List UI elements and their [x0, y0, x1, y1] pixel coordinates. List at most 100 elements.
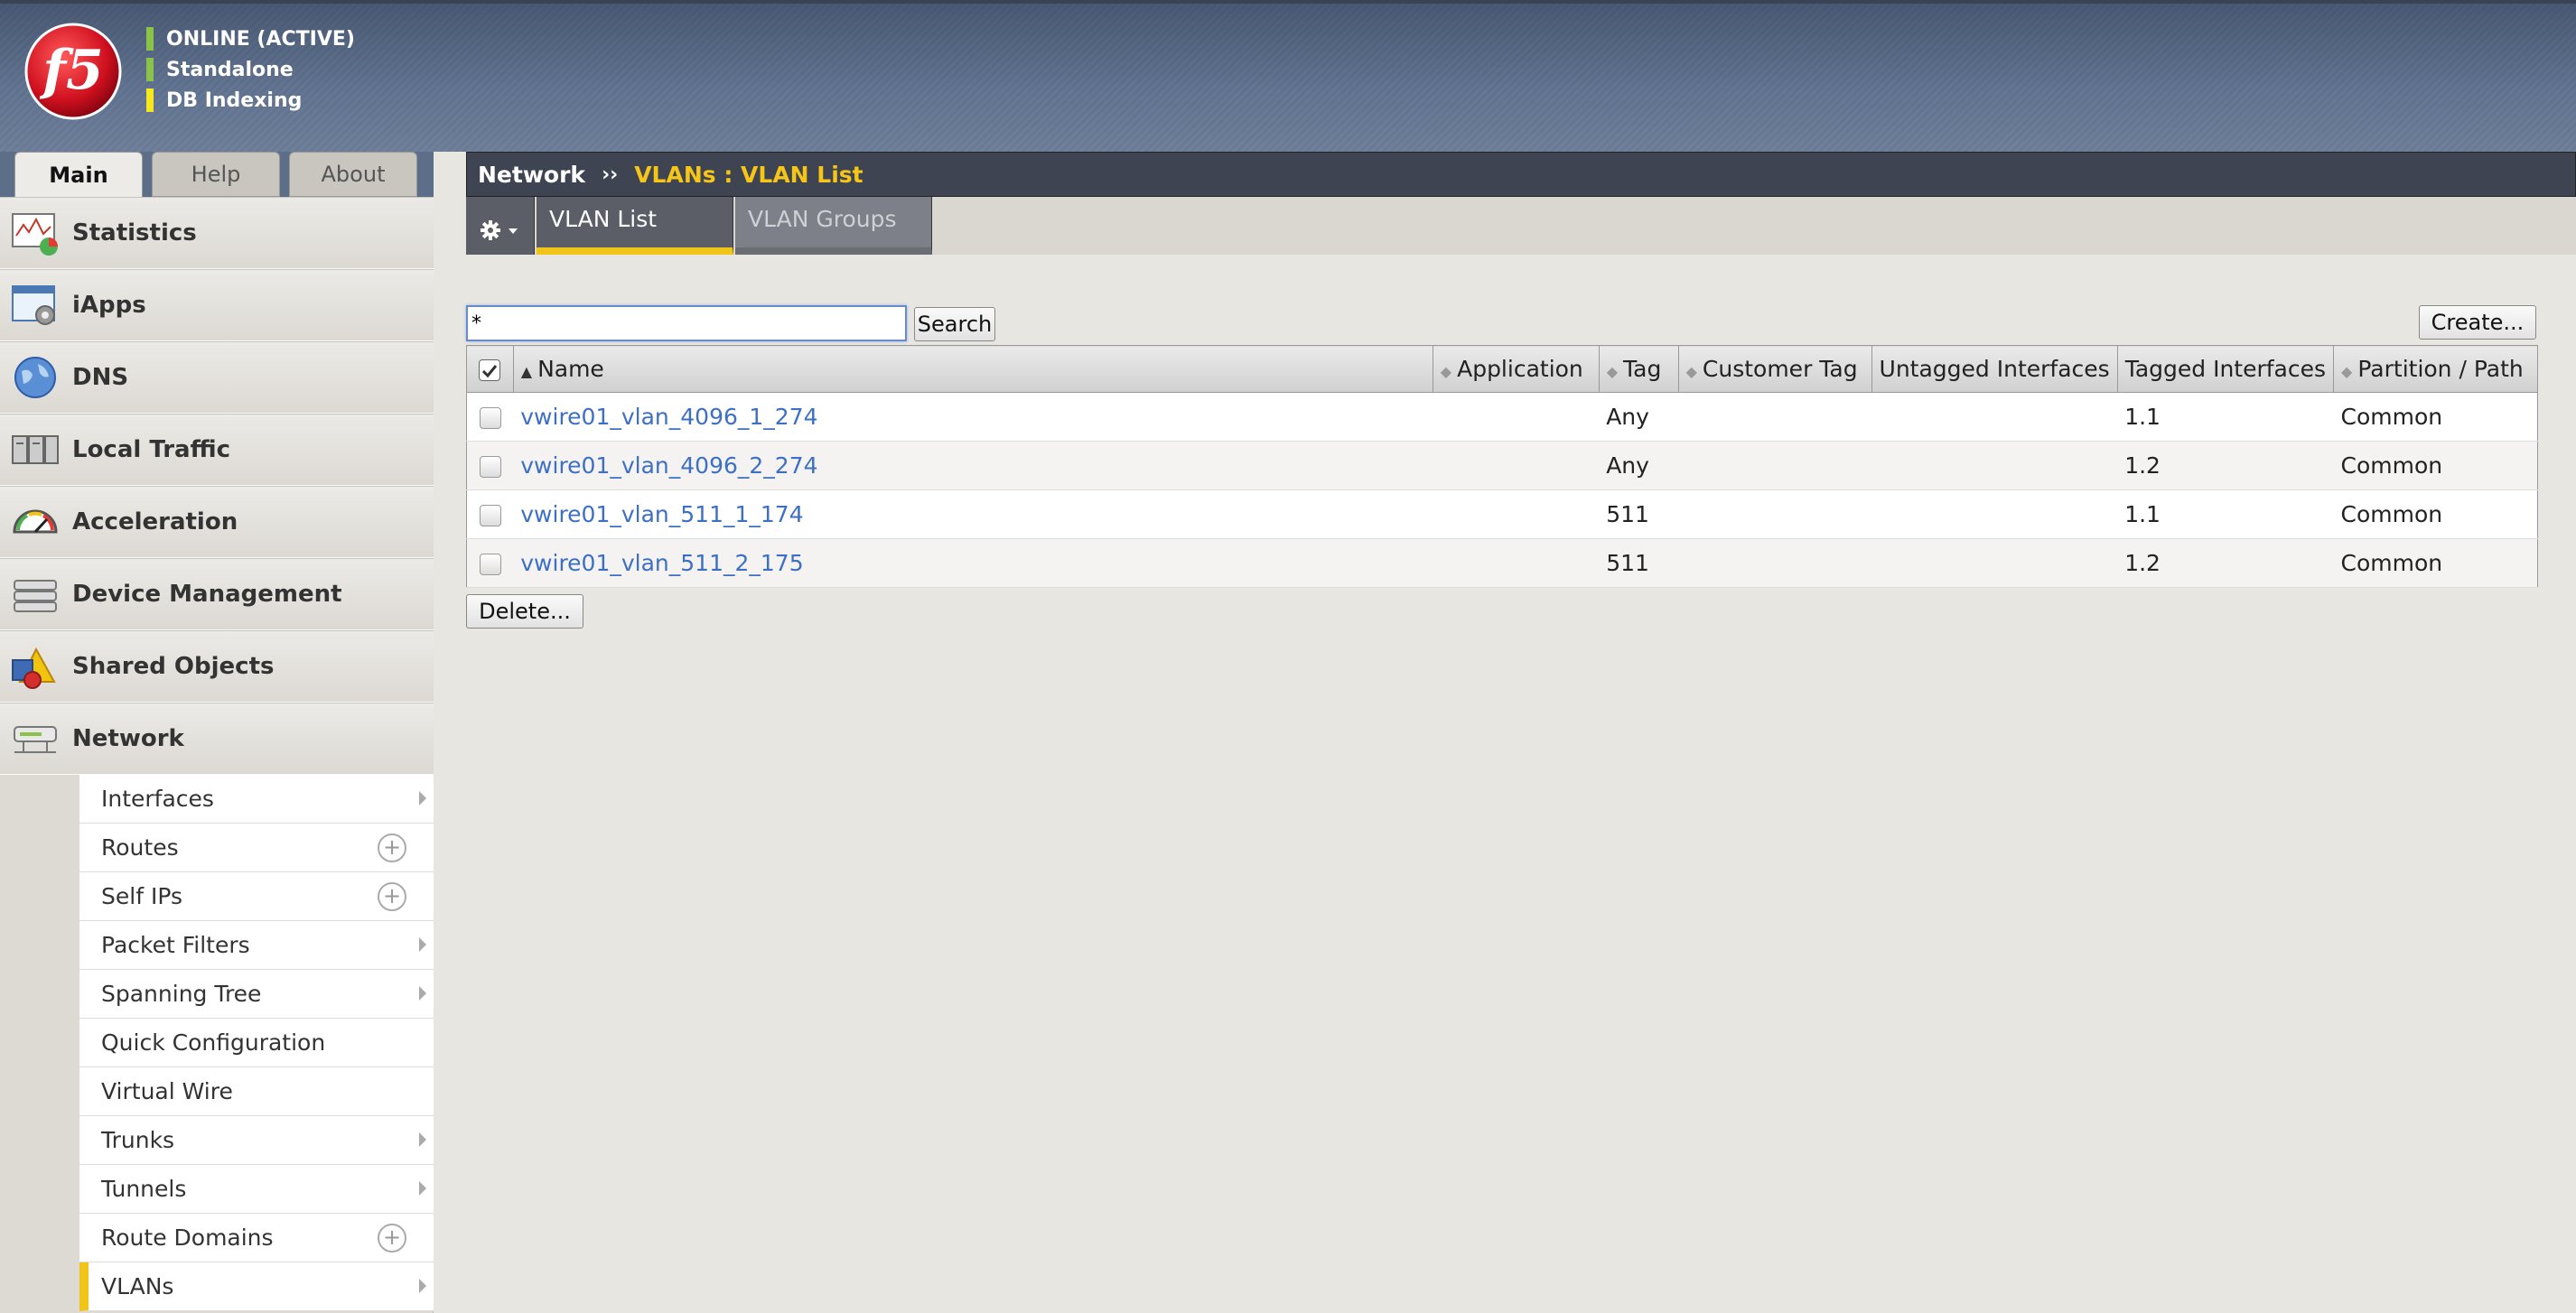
- submenu-item-label: Interfaces: [101, 786, 214, 812]
- vlan-name-link[interactable]: vwire01_vlan_511_2_175: [520, 550, 803, 576]
- sidebar-item-label: iApps: [72, 292, 146, 319]
- tagged-cell: 1.1: [2117, 392, 2334, 442]
- search-button[interactable]: Search: [914, 307, 995, 341]
- application-cell: [1433, 538, 1600, 588]
- sidebar-item-local-traffic[interactable]: Local Traffic: [0, 414, 434, 486]
- sidebar-item-shared-objects[interactable]: Shared Objects: [0, 630, 434, 703]
- column-header-application[interactable]: ◆ Application: [1433, 345, 1600, 393]
- vlan-table: ▲ Name ◆ Application ◆ Tag ◆ Customer Tag Un…: [466, 345, 2538, 588]
- row-checkbox[interactable]: [479, 407, 501, 429]
- row-checkbox[interactable]: [479, 456, 501, 478]
- table-row: vwire01_vlan_4096_2_274 Any 1.2 Common: [466, 441, 2538, 490]
- sort-icon: ◆: [2341, 363, 2353, 380]
- delete-button[interactable]: Delete...: [466, 594, 583, 629]
- column-header-customer-tag[interactable]: ◆ Customer Tag: [1678, 345, 1872, 393]
- tag-cell: 511: [1599, 538, 1679, 588]
- status-label: DB Indexing: [166, 88, 303, 112]
- submenu-item-self-ips[interactable]: Self IPs +: [79, 872, 434, 921]
- tab-vlan-list[interactable]: VLAN List: [537, 197, 733, 255]
- device-management-icon: [14, 580, 57, 612]
- add-icon[interactable]: +: [378, 833, 406, 862]
- untagged-cell: [1871, 392, 2118, 442]
- vlan-name-link[interactable]: vwire01_vlan_4096_2_274: [520, 452, 817, 479]
- submenu-item-label: Routes: [101, 834, 179, 861]
- sort-ascending-icon: ▲: [520, 363, 533, 380]
- create-button[interactable]: Create...: [2419, 305, 2536, 340]
- sidebar-item-label: Network: [72, 725, 184, 752]
- submenu-item-interfaces[interactable]: Interfaces: [79, 775, 434, 824]
- add-icon[interactable]: +: [378, 1224, 406, 1252]
- sidebar-item-label: Statistics: [72, 219, 197, 247]
- row-checkbox[interactable]: [479, 554, 501, 575]
- customer-tag-cell: [1678, 441, 1872, 490]
- partition-cell: Common: [2333, 392, 2538, 442]
- vlan-name-cell: vwire01_vlan_4096_1_274: [513, 392, 1433, 442]
- shared-objects-icon: [12, 647, 56, 689]
- customer-tag-cell: [1678, 538, 1872, 588]
- submenu-item-routes[interactable]: Routes +: [79, 824, 434, 872]
- row-checkbox[interactable]: [479, 505, 501, 526]
- partition-cell: Common: [2333, 489, 2538, 539]
- add-icon[interactable]: +: [378, 882, 406, 911]
- submenu-item-route-domains[interactable]: Route Domains +: [79, 1214, 434, 1262]
- sidebar-item-dns[interactable]: DNS: [0, 341, 434, 414]
- submenu-item-spanning-tree[interactable]: Spanning Tree: [79, 970, 434, 1019]
- submenu-item-quick-configuration[interactable]: Quick Configuration: [79, 1019, 434, 1067]
- tagged-cell: 1.2: [2117, 441, 2334, 490]
- dns-globe-icon: [14, 357, 56, 398]
- gear-menu-button[interactable]: [466, 197, 535, 255]
- select-all-checkbox[interactable]: [479, 359, 501, 381]
- vlan-name-cell: vwire01_vlan_511_2_175: [513, 538, 1433, 588]
- status-label: ONLINE (ACTIVE): [166, 27, 355, 51]
- breadcrumb-root[interactable]: Network: [478, 162, 585, 188]
- tab-about[interactable]: About: [289, 152, 417, 197]
- submenu-item-label: Route Domains: [101, 1225, 274, 1251]
- breadcrumb-separator: ››: [602, 163, 619, 186]
- sort-icon: ◆: [1685, 363, 1697, 380]
- chevron-right-icon: [419, 1181, 426, 1196]
- column-header-tag[interactable]: ◆ Tag: [1599, 345, 1679, 393]
- sidebar-item-label: DNS: [72, 364, 129, 391]
- submenu-item-label: Tunnels: [101, 1176, 187, 1202]
- f5-logo[interactable]: f5: [23, 22, 123, 121]
- submenu-item-trunks[interactable]: Trunks: [79, 1116, 434, 1165]
- sidebar-item-label: Local Traffic: [72, 436, 231, 463]
- submenu-item-label: Self IPs: [101, 883, 182, 909]
- untagged-cell: [1871, 441, 2118, 490]
- column-label: Partition / Path: [2357, 356, 2524, 382]
- sidebar-item-iapps[interactable]: iApps: [0, 269, 434, 341]
- submenu-item-vlans[interactable]: VLANs: [79, 1262, 434, 1311]
- checkmark-icon: [482, 365, 498, 378]
- status-online: ONLINE (ACTIVE): [146, 23, 355, 54]
- column-label: Name: [537, 356, 604, 382]
- submenu-item-tunnels[interactable]: Tunnels: [79, 1165, 434, 1214]
- column-header-partition[interactable]: ◆ Partition / Path: [2333, 345, 2538, 393]
- iapps-icon: [12, 285, 55, 325]
- column-label: Untagged Interfaces: [1879, 356, 2110, 382]
- search-input[interactable]: [466, 305, 907, 341]
- vlan-name-link[interactable]: vwire01_vlan_511_1_174: [520, 501, 803, 527]
- tab-vlan-groups[interactable]: VLAN Groups: [735, 197, 932, 255]
- sidebar-item-acceleration[interactable]: Acceleration: [0, 486, 434, 558]
- chevron-right-icon: [419, 1279, 426, 1293]
- partition-cell: Common: [2333, 441, 2538, 490]
- status-indicator: [146, 88, 154, 112]
- table-header-row: ▲ Name ◆ Application ◆ Tag ◆ Customer Tag Un…: [466, 345, 2538, 393]
- submenu-item-virtual-wire[interactable]: Virtual Wire: [79, 1067, 434, 1116]
- logo-text: f5: [39, 39, 104, 102]
- chevron-right-icon: [419, 937, 426, 952]
- nav-tabs: Main Help About: [0, 152, 434, 197]
- status-indicator: [146, 58, 154, 81]
- column-header-name[interactable]: ▲ Name: [513, 345, 1433, 393]
- submenu-item-packet-filters[interactable]: Packet Filters: [79, 921, 434, 970]
- partition-cell: Common: [2333, 538, 2538, 588]
- chevron-right-icon: [419, 986, 426, 1001]
- table-row: vwire01_vlan_511_1_174 511 1.1 Common: [466, 489, 2538, 539]
- sidebar-item-statistics[interactable]: Statistics: [0, 197, 434, 269]
- sidebar-item-network[interactable]: Network: [0, 703, 434, 775]
- select-all-header: [466, 345, 514, 393]
- vlan-name-link[interactable]: vwire01_vlan_4096_1_274: [520, 404, 817, 430]
- sidebar-item-device-management[interactable]: Device Management: [0, 558, 434, 630]
- tab-main[interactable]: Main: [14, 152, 143, 197]
- tab-help[interactable]: Help: [152, 152, 280, 197]
